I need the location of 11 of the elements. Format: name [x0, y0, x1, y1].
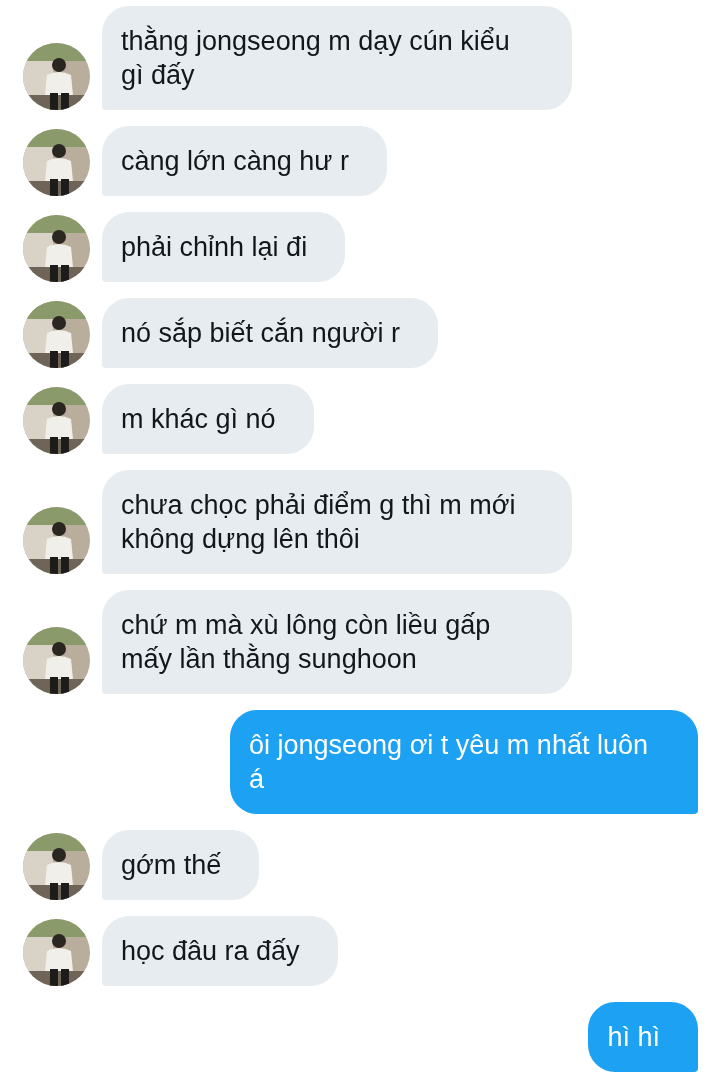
message-bubble: hì hì: [588, 1002, 698, 1072]
message-bubble: càng lớn càng hư r: [102, 126, 387, 196]
message-bubble: phải chỉnh lại đi: [102, 212, 346, 282]
message-bubble: m khác gì nó: [102, 384, 314, 454]
message-bubble: nó sắp biết cắn người r: [102, 298, 438, 368]
message-bubble: thằng jongseong m dạy cún kiểu gì đấy: [102, 6, 572, 110]
message-bubble: gớm thế: [102, 830, 260, 900]
message-bubble: chưa chọc phải điểm g thì m mới không dựng lên thôi: [102, 470, 572, 574]
message-bubble: chứ m mà xù lông còn liều gấp mấy lần thằng sunghoon: [102, 590, 572, 694]
message-bubble: học đâu ra đấy: [102, 916, 338, 986]
message-bubble: ôi jongseong ơi t yêu m nhất luôn á: [230, 710, 698, 814]
